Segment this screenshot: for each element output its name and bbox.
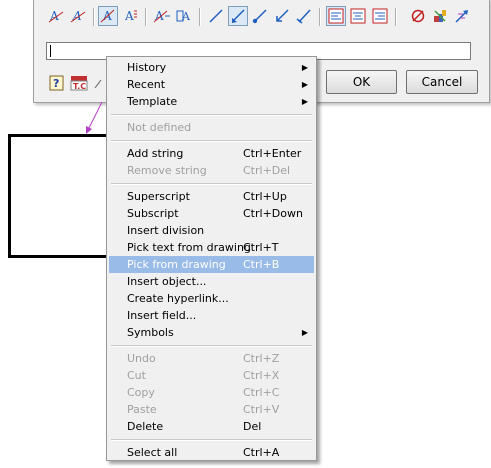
menu-item-shortcut: Ctrl+Enter xyxy=(243,147,302,160)
submenu-arrow-icon: ▶ xyxy=(301,328,308,337)
align-a-icon[interactable]: A xyxy=(98,6,118,26)
menu-item-shortcut: Ctrl+Down xyxy=(243,207,303,220)
svg-text:T.C: T.C xyxy=(73,82,86,91)
menu-item-shortcut: Ctrl+T xyxy=(243,241,279,254)
submenu-arrow-icon: ▶ xyxy=(301,80,308,89)
menu-item-label: History xyxy=(127,61,167,74)
menu-item-not-defined: Not defined xyxy=(109,119,314,136)
menu-item-label: Add string xyxy=(127,147,184,160)
menu-item-insert-object[interactable]: Insert object... xyxy=(109,273,314,290)
menu-item-cut: Cut Ctrl+X xyxy=(109,367,314,384)
leader-arrow-icon[interactable] xyxy=(228,6,248,26)
menu-item-label: Symbols xyxy=(127,326,174,339)
svg-text:A: A xyxy=(124,9,134,23)
menu-separator xyxy=(111,439,312,441)
menu-item-label: Insert object... xyxy=(127,275,207,288)
menu-item-shortcut: Ctrl+A xyxy=(243,446,280,459)
menu-item-label: Delete xyxy=(127,420,164,433)
leader-dot-icon[interactable] xyxy=(250,6,270,26)
menu-separator xyxy=(111,183,312,185)
menu-item-create-hyperlink[interactable]: Create hyperlink... xyxy=(109,290,314,307)
menu-item-label: Cut xyxy=(127,369,146,382)
menu-item-label: Pick text from drawing xyxy=(127,241,251,254)
toolbar-separator xyxy=(199,8,201,26)
menu-item-label: Subscript xyxy=(127,207,179,220)
menu-item-label: Pick from drawing xyxy=(127,258,226,271)
context-menu: History ▶ Recent ▶ Template ▶ Not define… xyxy=(106,56,317,461)
menu-separator xyxy=(111,140,312,142)
menu-item-select-all[interactable]: Select all Ctrl+A xyxy=(109,444,314,461)
menu-item-shortcut: Del xyxy=(243,420,262,433)
menu-item-paste: Paste Ctrl+V xyxy=(109,401,314,418)
menu-item-shortcut: Ctrl+Up xyxy=(243,190,287,203)
menu-item-history[interactable]: History ▶ xyxy=(109,59,314,76)
menu-item-superscript[interactable]: Superscript Ctrl+Up xyxy=(109,188,314,205)
menu-separator xyxy=(111,345,312,347)
menu-item-label: Insert field... xyxy=(127,309,197,322)
svg-text:A: A xyxy=(181,10,191,23)
ok-button[interactable]: OK xyxy=(326,70,397,94)
svg-text:A: A xyxy=(72,9,82,23)
submenu-arrow-icon: ▶ xyxy=(301,63,308,72)
menu-item-recent[interactable]: Recent ▶ xyxy=(109,76,314,93)
partial-icon[interactable] xyxy=(92,74,102,92)
text-edit-icon[interactable]: A xyxy=(152,6,172,26)
menu-item-pick-text[interactable]: Pick text from drawing Ctrl+T xyxy=(109,239,314,256)
menu-item-copy: Copy Ctrl+C xyxy=(109,384,314,401)
paint-icon[interactable] xyxy=(430,6,450,26)
text-frame-icon[interactable]: A xyxy=(174,6,194,26)
toolbar-separator xyxy=(319,8,321,26)
cancel-button[interactable]: Cancel xyxy=(406,70,478,94)
format-toolbar: A A A A A A xyxy=(34,2,489,30)
leader-arrow-left-icon[interactable] xyxy=(272,6,292,26)
no-symbol-icon[interactable] xyxy=(408,6,428,26)
menu-item-undo: Undo Ctrl+Z xyxy=(109,350,314,367)
menu-item-shortcut: Ctrl+X xyxy=(243,369,280,382)
toolbar-separator xyxy=(93,8,95,26)
menu-item-label: Select all xyxy=(127,446,178,459)
menu-item-shortcut: Ctrl+B xyxy=(243,258,280,271)
text-style-icon[interactable]: T.C xyxy=(70,74,88,92)
align-left-icon[interactable] xyxy=(326,6,346,26)
menu-item-shortcut: Ctrl+Z xyxy=(243,352,280,365)
menu-item-shortcut: Ctrl+V xyxy=(243,403,280,416)
menu-item-shortcut: Ctrl+C xyxy=(243,386,280,399)
menu-item-label: Copy xyxy=(127,386,155,399)
menu-item-label: Create hyperlink... xyxy=(127,292,229,305)
align-center-icon[interactable] xyxy=(348,6,368,26)
italic-a-icon[interactable]: A xyxy=(68,6,88,26)
menu-item-subscript[interactable]: Subscript Ctrl+Down xyxy=(109,205,314,222)
menu-item-remove-string: Remove string Ctrl+Del xyxy=(109,162,314,179)
menu-item-label: Recent xyxy=(127,78,166,91)
drawing-rectangle xyxy=(8,134,112,258)
align-right-icon[interactable] xyxy=(370,6,390,26)
menu-item-insert-division[interactable]: Insert division xyxy=(109,222,314,239)
submenu-arrow-icon: ▶ xyxy=(301,97,308,106)
menu-item-label: Not defined xyxy=(127,121,192,134)
menu-item-delete[interactable]: Delete Del xyxy=(109,418,314,435)
menu-item-label: Paste xyxy=(127,403,157,416)
menu-separator xyxy=(111,114,312,116)
text-caret xyxy=(50,45,51,57)
menu-item-label: Superscript xyxy=(127,190,190,203)
leader-slash-icon[interactable] xyxy=(294,6,314,26)
toolbar-separator xyxy=(145,8,147,26)
toolbar-separator xyxy=(395,8,397,26)
menu-item-symbols[interactable]: Symbols ▶ xyxy=(109,324,314,341)
svg-text:?: ? xyxy=(53,77,59,90)
arrow-sparkle-icon[interactable] xyxy=(452,6,472,26)
menu-item-pick-from-drawing[interactable]: Pick from drawing Ctrl+B xyxy=(109,256,314,273)
menu-item-template[interactable]: Template ▶ xyxy=(109,93,314,110)
help-icon[interactable]: ? xyxy=(48,74,66,92)
menu-item-label: Template xyxy=(127,95,178,108)
menu-item-add-string[interactable]: Add string Ctrl+Enter xyxy=(109,145,314,162)
menu-item-label: Remove string xyxy=(127,164,207,177)
menu-item-shortcut: Ctrl+Del xyxy=(243,164,291,177)
menu-item-label: Undo xyxy=(127,352,156,365)
text-style-a-icon[interactable]: A xyxy=(46,6,66,26)
line-icon[interactable] xyxy=(206,6,226,26)
stacked-a-icon[interactable]: A xyxy=(120,6,140,26)
menu-item-insert-field[interactable]: Insert field... xyxy=(109,307,314,324)
menu-item-label: Insert division xyxy=(127,224,205,237)
